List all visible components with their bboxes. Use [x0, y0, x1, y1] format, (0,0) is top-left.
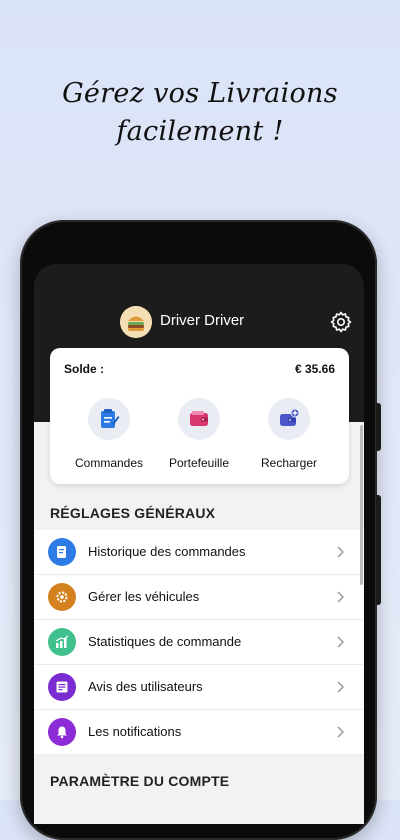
- recharge-action-button[interactable]: Recharger: [244, 398, 334, 470]
- stats-icon: [48, 628, 76, 656]
- gear-icon[interactable]: [329, 310, 353, 334]
- wallet-action-circle: [178, 398, 220, 440]
- headline-line-2: facilement !: [116, 116, 284, 147]
- wallet-icon: [190, 411, 208, 426]
- account-settings-title: PARAMÈTRE DU COMPTE: [50, 773, 230, 789]
- wallet-action-button[interactable]: Portefeuille: [154, 398, 244, 470]
- chevron-right-icon: [337, 546, 344, 558]
- phone-side-button: [376, 403, 381, 451]
- menu-item-label: Les notifications: [88, 724, 182, 739]
- scrollbar[interactable]: [360, 425, 363, 585]
- menu-item-order-history[interactable]: Historique des commandes: [34, 530, 364, 575]
- burger-avatar-icon[interactable]: [120, 306, 152, 338]
- orders-action-button[interactable]: Commandes: [64, 398, 154, 470]
- menu-item-label: Gérer les véhicules: [88, 589, 200, 604]
- general-settings-title: RÉGLAGES GÉNÉRAUX: [50, 505, 216, 521]
- chevron-right-icon: [337, 591, 344, 603]
- balance-card: Solde : € 35.66 Commandes Portefeuille R…: [50, 348, 349, 484]
- balance-label: Solde :: [64, 362, 105, 376]
- chevron-right-icon: [337, 681, 344, 693]
- phone-volume-button: [376, 495, 381, 605]
- menu-item-user-reviews[interactable]: Avis des utilisateurs: [34, 665, 364, 710]
- recharge-action-circle: [268, 398, 310, 440]
- orders-icon: [101, 409, 120, 428]
- balance-value: € 35.66: [294, 362, 335, 376]
- menu-item-label: Avis des utilisateurs: [88, 679, 203, 694]
- orders-action-label: Commandes: [74, 456, 144, 470]
- headline-line-1: Gérez vos Livraions: [62, 78, 338, 109]
- menu-item-notifications[interactable]: Les notifications: [34, 710, 364, 755]
- general-settings-list: Historique des commandes Gérer les véhic…: [34, 530, 364, 755]
- user-name: Driver Driver: [160, 312, 245, 329]
- menu-item-manage-vehicles[interactable]: Gérer les véhicules: [34, 575, 364, 620]
- wallet-action-label: Portefeuille: [168, 456, 230, 470]
- orders-action-circle: [88, 398, 130, 440]
- menu-item-order-statistics[interactable]: Statistiques de commande: [34, 620, 364, 665]
- menu-item-label: Historique des commandes: [88, 544, 246, 559]
- vehicle-settings-icon: [48, 583, 76, 611]
- bell-icon: [48, 718, 76, 746]
- history-icon: [48, 538, 76, 566]
- reviews-icon: [48, 673, 76, 701]
- menu-item-label: Statistiques de commande: [88, 634, 242, 649]
- recharge-icon: [280, 408, 300, 426]
- chevron-right-icon: [337, 726, 344, 738]
- chevron-right-icon: [337, 636, 344, 648]
- recharge-action-label: Recharger: [260, 456, 318, 470]
